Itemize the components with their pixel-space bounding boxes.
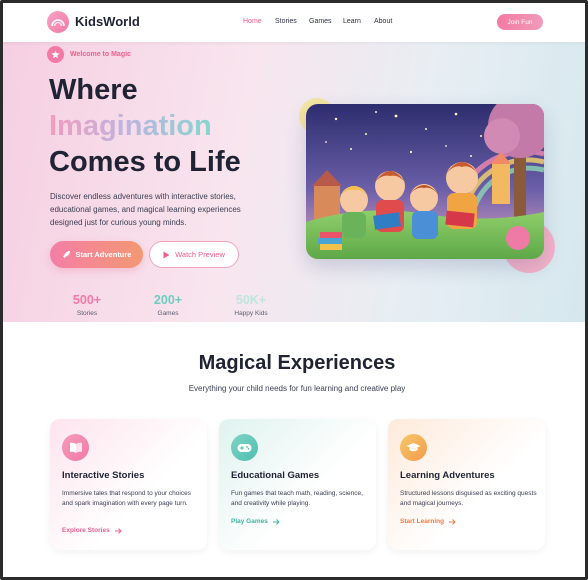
brand-name[interactable]: KidsWorld xyxy=(75,14,140,29)
stat-label: Stories xyxy=(76,310,98,317)
welcome-badge: Welcome to Magic xyxy=(47,46,131,63)
card-link-label: Play Games xyxy=(231,518,268,525)
feature-card-games[interactable]: Educational Games Fun games that teach m… xyxy=(219,419,376,550)
explore-stories-link[interactable]: Explore Stories xyxy=(62,527,122,534)
nav-link-about[interactable]: About xyxy=(374,18,392,25)
watch-preview-button[interactable]: Watch Preview xyxy=(149,241,239,268)
hero-section: Welcome to Magic Where Imagination Comes… xyxy=(3,42,585,322)
stat-value: 50K+ xyxy=(235,293,267,307)
hero-title-line-2: Imagination xyxy=(49,110,212,142)
card-description: Immersive tales that respond to your cho… xyxy=(62,490,191,507)
page-frame: KidsWorld Home Stories Games Learn About… xyxy=(0,0,588,580)
card-title: Learning Adventures xyxy=(400,470,495,481)
card-description: Structured lessons disguised as exciting… xyxy=(400,490,537,507)
stat-label: Happy Kids xyxy=(234,310,268,317)
rocket-icon xyxy=(62,250,70,259)
card-link-label: Start Learning xyxy=(400,518,445,525)
hero-description: Discover endless adventures with interac… xyxy=(50,192,241,227)
stat-happy-kids: 50K+ Happy Kids xyxy=(227,293,275,317)
logo-rainbow-icon[interactable] xyxy=(47,11,69,33)
stat-games: 200+ Games xyxy=(146,293,190,317)
nav-link-games[interactable]: Games xyxy=(309,18,332,25)
section-subtitle: Everything your child needs for fun lear… xyxy=(188,384,406,393)
star-icon xyxy=(47,46,64,63)
nav-link-home[interactable]: Home xyxy=(243,18,262,25)
book-icon xyxy=(62,434,89,461)
watch-preview-label: Watch Preview xyxy=(175,250,225,259)
hero-title-line-3: Comes to Life xyxy=(49,146,241,178)
play-games-link[interactable]: Play Games xyxy=(231,518,280,525)
start-adventure-button[interactable]: Start Adventure xyxy=(50,241,143,268)
feature-card-learning[interactable]: Learning Adventures Structured lessons d… xyxy=(388,419,545,550)
graduation-cap-icon xyxy=(400,434,427,461)
stat-label: Games xyxy=(157,310,179,317)
start-learning-link[interactable]: Start Learning xyxy=(400,518,456,525)
hero-illustration xyxy=(306,104,544,259)
card-title: Interactive Stories xyxy=(62,470,145,481)
card-description: Fun games that teach math, reading, scie… xyxy=(231,490,363,507)
nav-link-learn[interactable]: Learn xyxy=(343,18,361,25)
section-title: Magical Experiences xyxy=(198,352,396,374)
hero-title-line-1: Where xyxy=(49,74,138,106)
welcome-badge-text: Welcome to Magic xyxy=(70,51,131,58)
card-title: Educational Games xyxy=(231,470,320,481)
play-icon xyxy=(163,251,170,258)
arrow-right-icon xyxy=(114,527,122,534)
gamepad-icon xyxy=(231,434,258,461)
card-link-label: Explore Stories xyxy=(62,527,110,534)
arrow-right-icon xyxy=(449,518,456,525)
arrow-right-icon xyxy=(272,518,280,525)
nav-link-stories[interactable]: Stories xyxy=(275,18,297,25)
stat-value: 200+ xyxy=(153,293,183,307)
feature-card-stories[interactable]: Interactive Stories Immersive tales that… xyxy=(50,419,207,550)
join-fun-button[interactable]: Join Fun xyxy=(497,14,543,30)
stat-stories: 500+ Stories xyxy=(65,293,109,317)
top-navbar: KidsWorld Home Stories Games Learn About… xyxy=(3,3,585,42)
stat-value: 500+ xyxy=(72,293,102,307)
start-adventure-label: Start Adventure xyxy=(75,250,132,259)
